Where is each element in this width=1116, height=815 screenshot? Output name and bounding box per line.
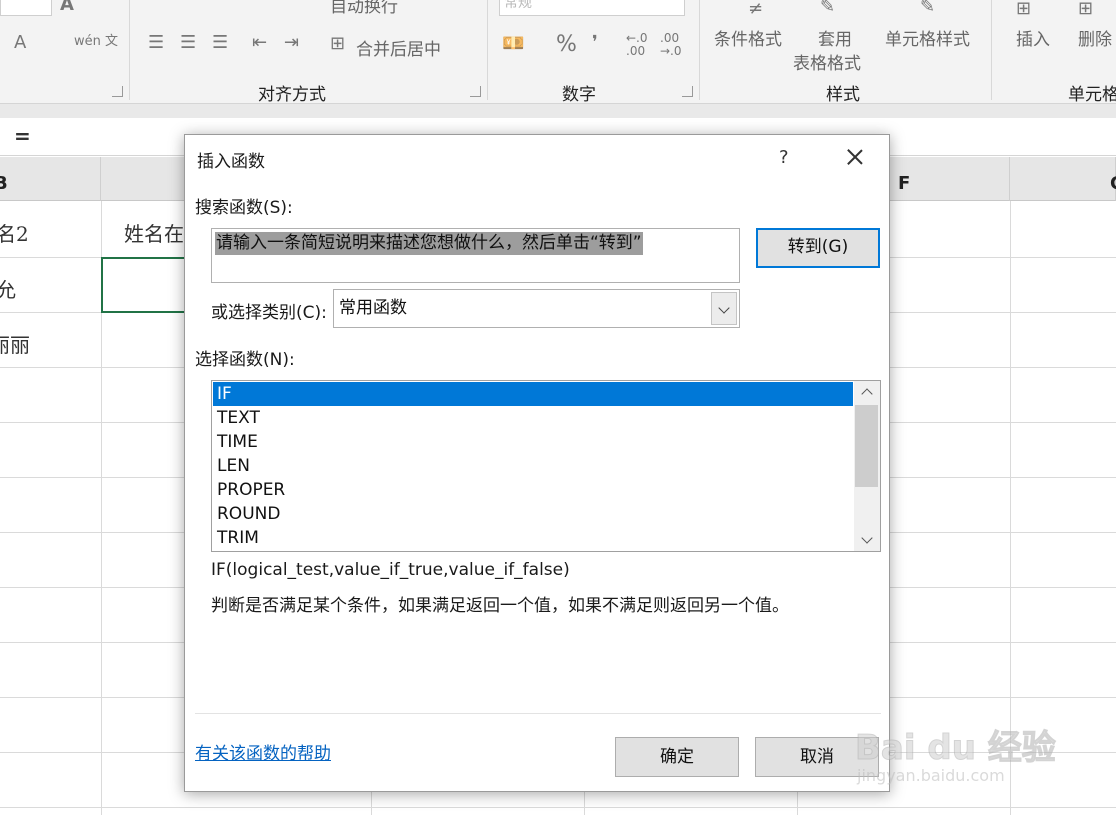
function-help-link[interactable]: 有关该函数的帮助 bbox=[195, 739, 331, 764]
dialog-divider bbox=[195, 713, 881, 714]
active-cell-b3[interactable] bbox=[101, 257, 196, 313]
increase-decimal-icon[interactable]: ←.0 .00 bbox=[626, 32, 656, 58]
insert-cells-icon: ⊞ bbox=[1016, 0, 1032, 19]
group-alignment-label: 对齐方式 bbox=[258, 85, 326, 105]
goto-button[interactable]: 转到(G) bbox=[756, 228, 880, 268]
conditional-format-button[interactable]: 条件格式 bbox=[714, 25, 782, 50]
list-item-time[interactable]: TIME bbox=[213, 430, 853, 454]
list-item-text[interactable]: TEXT bbox=[213, 406, 853, 430]
list-item-round[interactable]: ROUND bbox=[213, 502, 853, 526]
scroll-thumb[interactable] bbox=[855, 405, 878, 487]
group-styles-label: 样式 bbox=[826, 85, 860, 105]
percent-style-icon[interactable]: % bbox=[556, 32, 577, 57]
search-function-label: 搜索函数(S): bbox=[195, 198, 293, 218]
column-header-g[interactable]: G bbox=[1010, 157, 1116, 201]
table-format-button-line2[interactable]: 表格格式 bbox=[793, 49, 861, 74]
category-value: 常用函数 bbox=[339, 298, 407, 318]
close-icon[interactable] bbox=[840, 143, 870, 173]
decrease-decimal-icon[interactable]: .00 →.0 bbox=[660, 32, 690, 58]
cell-a4[interactable]: 丽丽 bbox=[0, 329, 30, 358]
list-item-proper[interactable]: PROPER bbox=[213, 478, 853, 502]
function-list-label: 选择函数(N): bbox=[195, 350, 295, 370]
dialog-title: 插入函数 bbox=[197, 152, 265, 172]
watermark-sub-text: jingyan.baidu.com bbox=[857, 766, 1005, 785]
function-description: 判断是否满足某个条件，如果满足返回一个值，如果不满足则返回另一个值。 bbox=[211, 596, 789, 616]
ribbon: A A wén 文 ☰ ☰ ☰ ⇤ ⇥ 自动换行 合并后居中 ⊞ 对齐方式 常规… bbox=[0, 0, 1116, 105]
list-item-if[interactable]: IF bbox=[213, 382, 853, 406]
alignment-launcher-icon[interactable] bbox=[112, 86, 123, 97]
cell-styles-button[interactable]: 单元格样式 bbox=[885, 25, 970, 50]
column-header-f[interactable]: F bbox=[890, 157, 1010, 201]
function-list-scrollbar[interactable] bbox=[854, 381, 880, 551]
comma-style-icon[interactable]: ❜ bbox=[592, 32, 598, 53]
scroll-down-icon[interactable] bbox=[854, 529, 880, 551]
category-label: 或选择类别(C): bbox=[211, 303, 327, 323]
cell-b2[interactable]: 姓名在 bbox=[124, 218, 184, 247]
excel-window: A A wén 文 ☰ ☰ ☰ ⇤ ⇥ 自动换行 合并后居中 ⊞ 对齐方式 常规… bbox=[0, 0, 1116, 815]
group-cells-label: 单元格 bbox=[1068, 85, 1116, 105]
merge-center-button[interactable]: 合并后居中 bbox=[356, 35, 441, 60]
align-right-icon[interactable]: ☰ bbox=[212, 32, 228, 53]
delete-cells-button[interactable]: 删除 bbox=[1078, 25, 1112, 50]
cell-a3[interactable]: 允 bbox=[0, 274, 16, 303]
accounting-format-icon[interactable]: 💴 bbox=[502, 33, 524, 54]
group-number-label: 数字 bbox=[562, 85, 596, 105]
wrap-text-button[interactable]: 自动换行 bbox=[330, 0, 398, 17]
font-color-icon[interactable]: A bbox=[14, 32, 26, 53]
function-list[interactable]: IF TEXT TIME LEN PROPER ROUND TRIM bbox=[211, 380, 881, 552]
insert-cells-button[interactable]: 插入 bbox=[1016, 25, 1050, 50]
phonetic-guide-icon[interactable]: wén 文 bbox=[74, 30, 118, 49]
ribbon-gap bbox=[0, 104, 1116, 118]
watermark-main-text: Bai du 经验 bbox=[855, 728, 1057, 769]
list-item-len[interactable]: LEN bbox=[213, 454, 853, 478]
chevron-down-icon[interactable] bbox=[711, 292, 737, 325]
function-syntax: IF(logical_test,value_if_true,value_if_f… bbox=[211, 560, 570, 580]
font-size-dropdown[interactable] bbox=[0, 0, 52, 16]
merge-center-icon: ⊞ bbox=[330, 33, 346, 54]
alignment-launcher-icon-2[interactable] bbox=[470, 86, 481, 97]
insert-function-dialog: 插入函数 ? 搜索函数(S): 请输入一条简短说明来描述您想做什么，然后单击“转… bbox=[184, 134, 890, 792]
table-format-button-line1[interactable]: 套用 bbox=[818, 25, 852, 50]
number-launcher-icon[interactable] bbox=[682, 86, 693, 97]
conditional-format-icon: ≠ bbox=[748, 0, 764, 19]
search-function-text[interactable]: 请输入一条简短说明来描述您想做什么，然后单击“转到” bbox=[215, 232, 643, 255]
table-format-icon: ✎ bbox=[820, 0, 836, 17]
align-left-icon[interactable]: ☰ bbox=[148, 32, 164, 53]
number-format-dropdown[interactable]: 常规 bbox=[499, 0, 685, 16]
watermark-logo: Bai du 经验 jingyan.baidu.com bbox=[855, 700, 1065, 795]
search-function-input[interactable]: 请输入一条简短说明来描述您想做什么，然后单击“转到” bbox=[211, 228, 740, 283]
column-header-b[interactable]: B bbox=[0, 157, 101, 201]
increase-indent-icon[interactable]: ⇥ bbox=[284, 32, 299, 53]
decrease-indent-icon[interactable]: ⇤ bbox=[252, 32, 267, 53]
list-item-trim[interactable]: TRIM bbox=[213, 526, 853, 550]
formula-content[interactable]: = bbox=[14, 124, 31, 148]
ok-button[interactable]: 确定 bbox=[615, 737, 739, 777]
help-icon[interactable]: ? bbox=[779, 147, 789, 168]
category-select[interactable]: 常用函数 bbox=[333, 289, 740, 328]
align-center-icon[interactable]: ☰ bbox=[180, 32, 196, 53]
cell-a2[interactable]: 名2 bbox=[0, 218, 29, 247]
scroll-up-icon[interactable] bbox=[854, 381, 880, 403]
bold-font-icon[interactable]: A bbox=[60, 0, 74, 15]
delete-cells-icon: ⊞ bbox=[1078, 0, 1094, 19]
cell-styles-icon: ✎ bbox=[920, 0, 936, 17]
